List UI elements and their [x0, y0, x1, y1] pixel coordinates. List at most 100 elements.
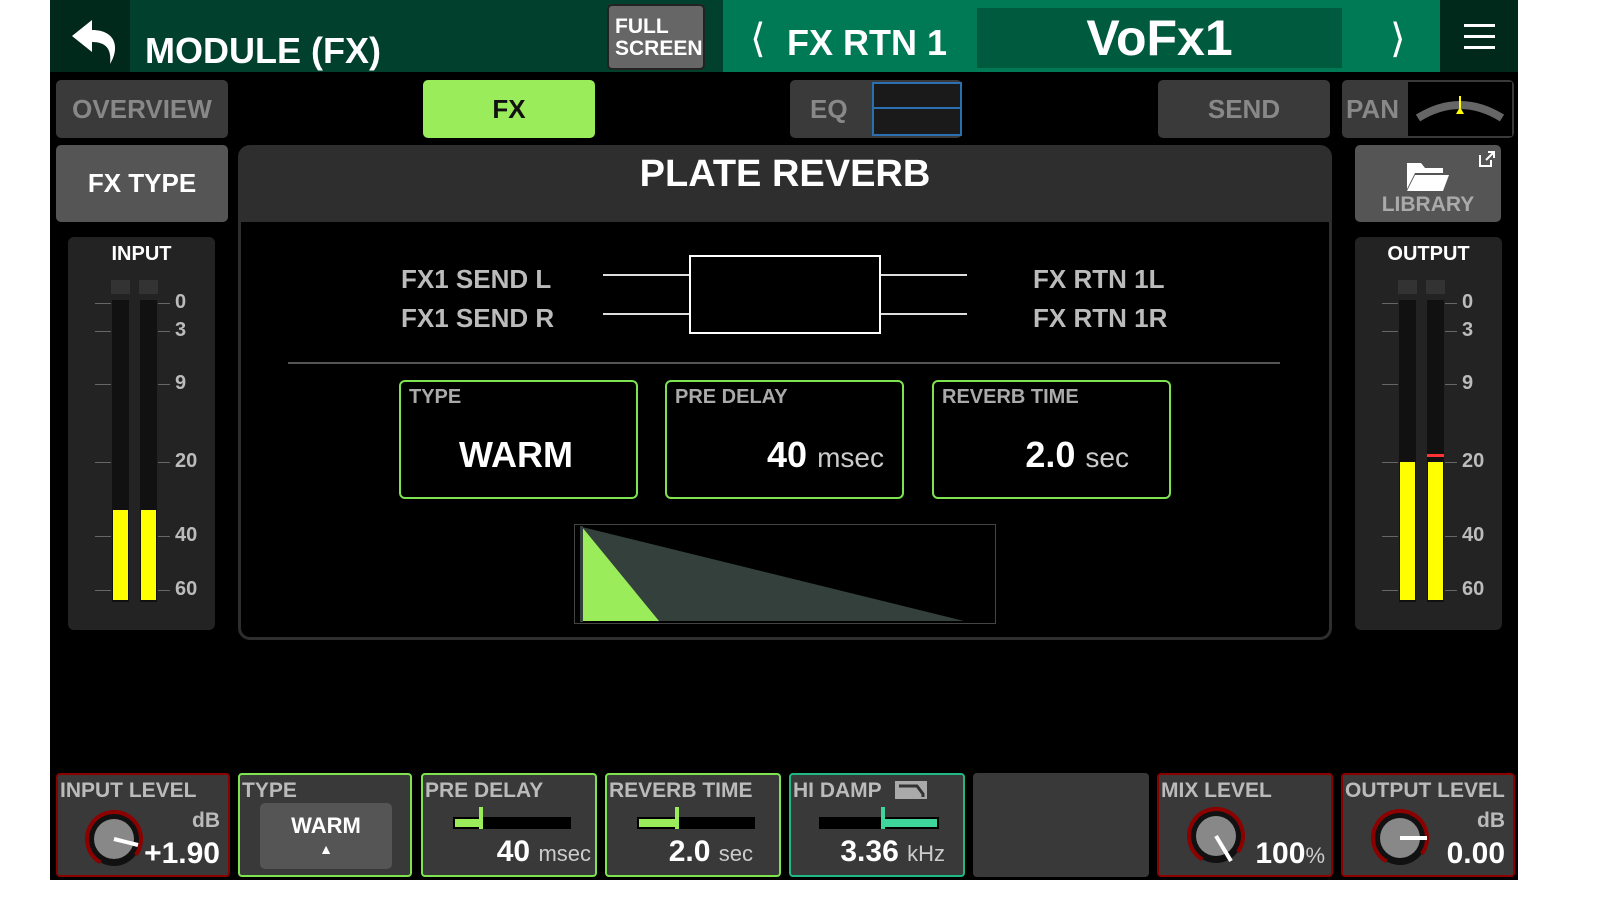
hi-damp-unit: kHz [907, 841, 945, 866]
tab-overview[interactable]: OVERVIEW [56, 80, 228, 138]
back-button[interactable] [50, 0, 130, 72]
output-meter-scale-label: 60 [1462, 578, 1485, 600]
tab-fx[interactable]: FX [423, 80, 595, 138]
fx-type-button[interactable]: FX TYPE [56, 145, 228, 222]
output-level-control[interactable]: OUTPUT LEVEL dB 0.00 [1341, 773, 1515, 877]
input-meter-tick [95, 590, 111, 591]
input-meter-tick [95, 536, 111, 537]
type-control[interactable]: TYPE WARM ▲ [238, 773, 412, 877]
channel-label: FX RTN 1 [787, 22, 948, 63]
fullscreen-label-1: FULL [615, 15, 669, 38]
param-type-value: WARM [459, 434, 573, 475]
pan-indicator-icon [1408, 82, 1512, 136]
mix-level-control[interactable]: MIX LEVEL 100% [1157, 773, 1333, 877]
param-reverb-time[interactable]: REVERB TIME 2.0 sec [932, 380, 1171, 499]
mix-level-knob[interactable] [1185, 805, 1247, 867]
param-type-label: TYPE [409, 386, 462, 408]
input-meter-scale-label: 0 [175, 291, 187, 313]
input-level-knob[interactable] [84, 809, 144, 869]
input-meter-tick [95, 331, 111, 332]
reverb-time-label: REVERB TIME [609, 779, 753, 802]
pre-delay-value: 40 [496, 835, 531, 868]
input-level-label: INPUT LEVEL [60, 779, 197, 802]
hamburger-icon [1464, 24, 1495, 49]
input-meter-tick [158, 331, 170, 332]
hi-damp-control[interactable]: HI DAMP 3.36 kHz [789, 773, 965, 877]
hi-damp-slider[interactable] [819, 805, 943, 835]
menu-button[interactable] [1440, 0, 1518, 72]
signal-flow-diagram [603, 255, 967, 334]
output-meter-scale-label: 0 [1462, 291, 1474, 313]
type-label: TYPE [242, 779, 297, 802]
tab-send[interactable]: SEND [1158, 80, 1330, 138]
external-link-icon [1479, 151, 1495, 167]
prev-channel-button[interactable]: ⟨ [750, 16, 766, 62]
input-meter-scale-label: 9 [175, 372, 187, 394]
reverb-time-slider[interactable] [637, 805, 757, 835]
type-selector-button[interactable]: WARM ▲ [260, 803, 392, 869]
mix-level-value: 100 [1255, 837, 1306, 870]
output-meter-scale-label: 40 [1462, 524, 1485, 546]
input-meter-scale-label: 3 [175, 319, 187, 341]
output-meter-bar [1428, 462, 1443, 600]
input-level-control[interactable]: INPUT LEVEL dB +1.90 [56, 773, 230, 877]
output-meter-tick [1382, 536, 1398, 537]
page-title: MODULE (FX) [145, 30, 381, 71]
reverb-time-unit: sec [718, 841, 753, 866]
output-meter-tick [1382, 303, 1398, 304]
param-reverb-time-value: 2.0 [1025, 434, 1076, 475]
pre-delay-control[interactable]: PRE DELAY 40 msec [421, 773, 597, 877]
reverb-time-control[interactable]: REVERB TIME 2.0 sec [605, 773, 781, 877]
fx-block [689, 255, 881, 334]
input-meter-scale-label: 40 [175, 524, 198, 546]
output-meter-tick [1382, 331, 1398, 332]
output-meter-tick [1445, 384, 1457, 385]
input-meter-clip-indicator [139, 280, 158, 294]
tab-pan[interactable]: PAN [1342, 80, 1514, 138]
output-level-value: 0.00 [1446, 837, 1505, 870]
output-meter-label: OUTPUT [1387, 243, 1470, 265]
fullscreen-button[interactable]: FULL SCREEN [607, 4, 705, 70]
param-type[interactable]: TYPE WARM [399, 380, 638, 499]
input-meter-tick [95, 384, 111, 385]
hi-damp-value: 3.36 [840, 835, 899, 868]
type-value: WARM [291, 813, 361, 838]
input-meter-tick [158, 303, 170, 304]
output-meter-clip-indicator [1426, 280, 1445, 294]
output-meter-tick [1445, 536, 1457, 537]
pre-delay-slider[interactable] [453, 805, 573, 835]
divider [288, 362, 1280, 364]
folder-icon [1407, 162, 1449, 191]
tab-eq[interactable]: EQ [790, 80, 962, 138]
input-meter-label: INPUT [111, 243, 172, 265]
output-level-knob[interactable] [1369, 807, 1431, 869]
channel-name[interactable]: VoFx1 [977, 8, 1342, 68]
hi-damp-shelf-icon [895, 781, 927, 799]
input-meter-clip-indicator [111, 280, 130, 294]
input-meter-tick [158, 384, 170, 385]
input-l-label: FX1 SEND L [401, 264, 552, 294]
reverb-envelope-graph [574, 524, 996, 624]
output-meter-scale-label: 3 [1462, 319, 1474, 341]
input-meter-tick [158, 536, 170, 537]
fullscreen-label-2: SCREEN [615, 37, 703, 60]
output-meter-tick [1382, 384, 1398, 385]
undo-arrow-icon [72, 20, 116, 64]
input-level-unit: dB [192, 809, 220, 832]
param-pre-delay-label: PRE DELAY [675, 386, 788, 408]
output-meter-tick [1382, 590, 1398, 591]
input-r-label: FX1 SEND R [401, 303, 555, 333]
input-meter-bar [141, 510, 156, 600]
effect-name: PLATE REVERB [240, 147, 1330, 222]
up-triangle-icon: ▲ [319, 841, 333, 857]
pre-delay-label: PRE DELAY [425, 779, 544, 802]
output-meter-bar [1400, 462, 1415, 600]
param-reverb-time-label: REVERB TIME [942, 386, 1079, 408]
input-meter-tick [95, 462, 111, 463]
next-channel-button[interactable]: ⟩ [1390, 16, 1406, 62]
library-button[interactable]: LIBRARY [1355, 145, 1501, 222]
reverb-time-value: 2.0 [668, 835, 711, 868]
param-pre-delay[interactable]: PRE DELAY 40 msec [665, 380, 904, 499]
tab-eq-label: EQ [810, 93, 848, 124]
input-level-value: +1.90 [144, 837, 220, 870]
